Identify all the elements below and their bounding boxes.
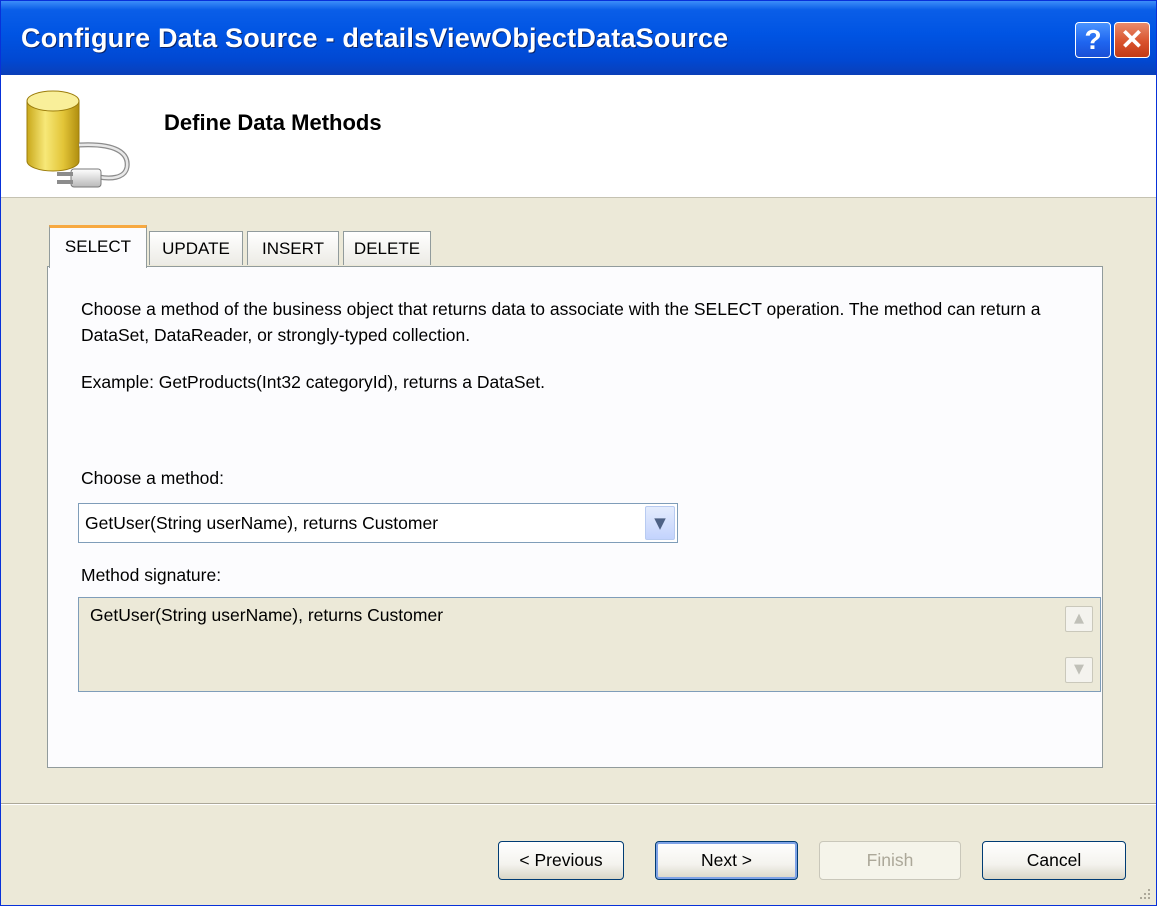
method-dropdown[interactable]: GetUser(String userName), returns Custom… [78,503,678,543]
tab-select[interactable]: SELECT [49,225,147,268]
tab-delete[interactable]: DELETE [343,231,431,265]
chevron-down-icon[interactable]: ▼ [645,506,675,540]
method-signature-box[interactable]: GetUser(String userName), returns Custom… [78,597,1101,692]
scroll-down-icon[interactable]: ▼ [1065,657,1093,683]
title-bar[interactable]: Configure Data Source - detailsViewObjec… [1,1,1156,75]
help-button[interactable]: ? [1075,22,1111,58]
configure-data-source-dialog: Configure Data Source - detailsViewObjec… [0,0,1157,906]
tab-update[interactable]: UPDATE [149,231,243,265]
method-dropdown-value: GetUser(String userName), returns Custom… [85,513,439,533]
footer-divider-highlight [1,804,1156,805]
scroll-up-icon[interactable]: ▲ [1065,606,1093,632]
wizard-header: Define Data Methods [1,75,1156,198]
previous-button[interactable]: < Previous [498,841,624,880]
method-signature-value: GetUser(String userName), returns Custom… [90,605,444,625]
resize-grip-icon[interactable] [1136,885,1152,901]
example-text: Example: GetProducts(Int32 categoryId), … [81,372,545,392]
method-signature-label: Method signature: [81,565,222,585]
finish-button[interactable]: Finish [819,841,961,880]
database-connector-icon [26,90,130,188]
window-title: Configure Data Source - detailsViewObjec… [21,23,729,53]
close-button[interactable]: ✕ [1114,22,1150,58]
next-button[interactable]: Next > [655,841,798,880]
choose-method-label: Choose a method: [81,468,225,488]
cancel-button[interactable]: Cancel [982,841,1126,880]
tab-insert[interactable]: INSERT [247,231,339,265]
page-title: Define Data Methods [164,110,382,135]
select-description: Choose a method of the business object t… [81,299,1041,345]
